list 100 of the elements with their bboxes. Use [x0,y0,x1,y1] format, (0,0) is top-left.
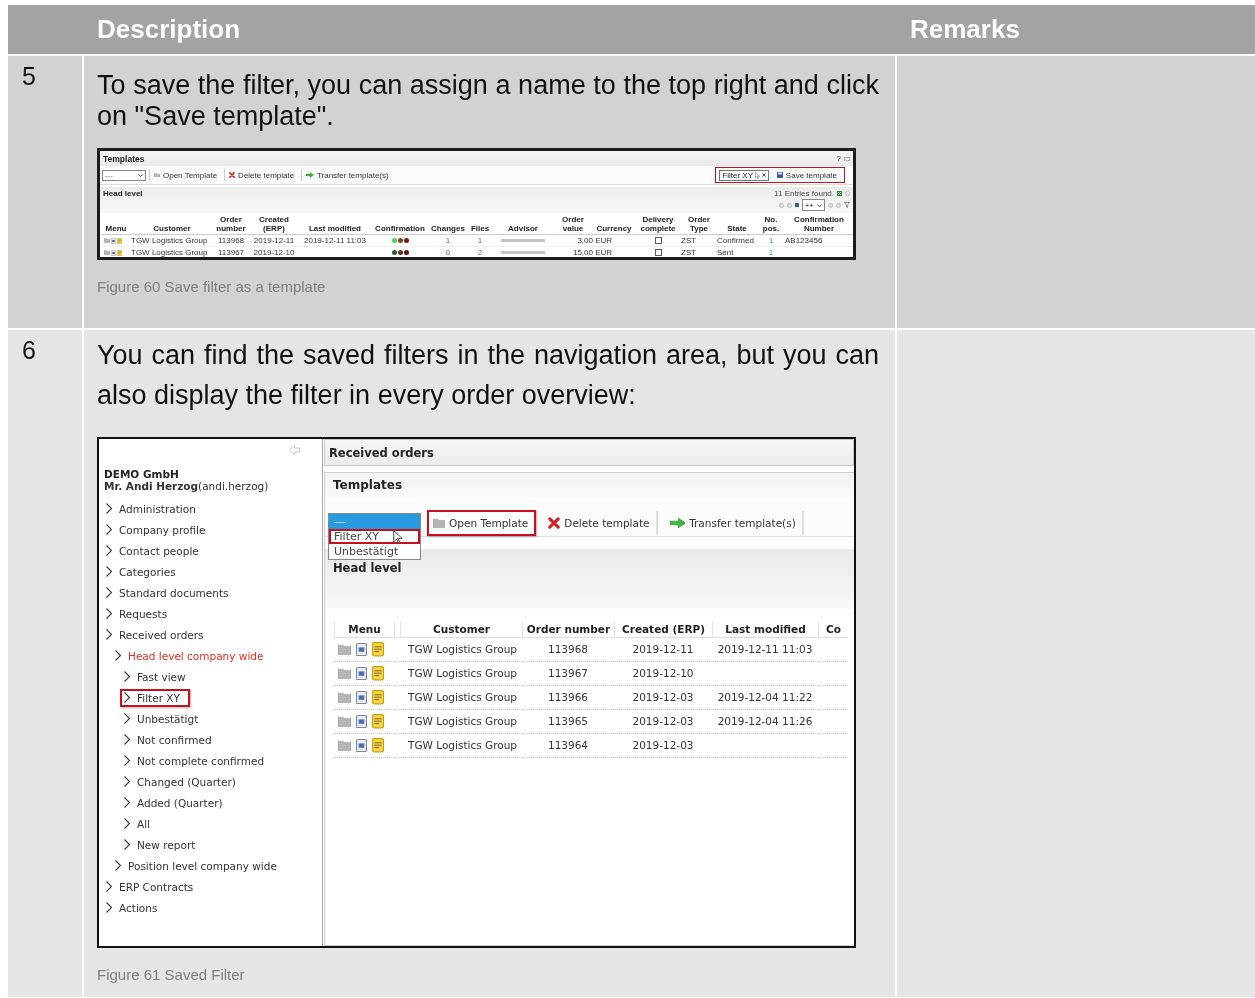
table-cell: EUR [593,247,635,257]
table-cell: Confirmed [717,235,757,247]
help-link[interactable]: ? [836,154,841,163]
link[interactable]: 2 [467,247,493,257]
nav-item[interactable]: Administration [102,499,206,518]
checkbox[interactable] [654,249,662,256]
column-header[interactable]: State [717,224,757,235]
nav-item[interactable]: All [120,814,161,833]
folder-icon [104,250,110,255]
column-header[interactable]: Menu [101,224,131,235]
column-header[interactable]: Confirmation Number [785,215,853,235]
nav-item[interactable]: Standard documents [102,583,239,602]
table-cell: 113967 [213,247,249,257]
step-text: To save the filter, you can assign a name to the top right and click on "Save template". [97,70,879,132]
current-page-icon [794,203,799,207]
column-header[interactable]: Customer [131,224,213,235]
nav-item[interactable]: Not confirmed [120,730,222,749]
folder-icon [338,668,351,679]
template-dropdown[interactable]: --- Filter XY Unbestätigt [328,513,421,560]
nav-item[interactable]: Position level company wide [111,856,287,875]
table-cell: EUR [593,235,635,247]
nav-item[interactable]: Company profile [102,520,216,539]
dropdown-option[interactable]: Filter XY [329,529,420,544]
column-header[interactable]: Created (ERP) [614,621,712,638]
column-header[interactable]: Changes [429,224,467,235]
template-name-field[interactable]: Filter XY [719,169,769,181]
column-header[interactable]: Last modified [712,621,818,638]
column-header[interactable]: Last modified [299,224,371,235]
table-cell: TGW Logistics Group [400,638,522,662]
toolbar-button[interactable]: Delete template [542,510,658,536]
nav-item[interactable]: Contact people [102,541,209,560]
link[interactable]: 1 [467,235,493,247]
table-cell: 113967 [522,662,614,686]
column-header[interactable]: Menu [334,621,394,638]
chevron-right-icon [106,881,112,892]
arrow-right-icon [669,517,686,529]
template-select[interactable]: --- [102,169,146,181]
column-header[interactable]: Delivery complete [635,215,681,235]
chevron-right-icon [124,713,130,724]
column-header[interactable]: Order number [522,621,614,638]
column-header[interactable]: Order number [213,215,249,235]
nav-item[interactable]: Added (Quarter) [120,793,233,812]
nav-item[interactable]: Requests [102,604,178,623]
document-icon [356,738,367,753]
nav-item[interactable]: Changed (Quarter) [120,772,246,791]
column-header[interactable]: Order value [553,215,593,235]
table-cell: 113968 [213,235,249,247]
collapse-arrow-icon[interactable] [289,445,300,455]
checkbox[interactable] [654,237,662,244]
table-cell: TGW Logistics Group [400,710,522,734]
nav-item[interactable]: Categories [102,562,186,581]
column-header[interactable]: Created (ERP) [249,215,299,235]
column-header[interactable]: Co [818,621,848,638]
nav-item[interactable]: Fast view [120,667,196,686]
column-header[interactable]: No. pos. [757,215,785,235]
toolbar-button[interactable]: Open Template [427,510,537,536]
link[interactable]: 0 [429,247,467,257]
table-cell: 2019-12-11 [614,638,712,662]
toolbar-button[interactable]: Delete template [224,169,299,181]
toolbar-button[interactable]: Transfer template(s) [301,169,393,181]
nav-item[interactable]: Received orders [102,625,214,644]
table-cell: 2019-12-04 11:22 [712,686,818,710]
folder-icon [433,518,445,528]
column-header[interactable]: Currency [593,224,635,235]
table-cell: 2019-12-11 11:03 [712,638,818,662]
filter-icon[interactable] [844,202,850,208]
chevron-right-icon [106,566,112,577]
page-size-select[interactable]: ++ [801,199,825,211]
nav-item[interactable]: ERP Contracts [102,877,204,896]
section-title: Head level [103,189,143,198]
caret-down-icon [138,173,143,177]
column-header[interactable]: Order Type [681,215,717,235]
chevron-right-icon [115,650,121,661]
save-template-button[interactable]: Save template [772,169,841,181]
link[interactable]: 1 [757,235,785,247]
column-header[interactable]: Files [467,224,493,235]
chevron-right-icon [124,776,130,787]
link[interactable]: 1 [429,235,467,247]
column-header[interactable]: Customer [400,621,522,638]
column-header[interactable]: Advisor [493,224,553,235]
nav-item[interactable]: Unbestätigt [120,709,209,728]
folder-icon [154,172,160,178]
entries-count: 11 Entries found. [774,189,834,198]
notepad-icon [372,666,384,681]
nav-item[interactable]: Actions [102,898,168,917]
toolbar-button[interactable]: Transfer template(s) [663,510,804,536]
folder-icon [338,716,351,727]
nav-item[interactable]: New report [120,835,206,854]
link[interactable]: 1 [757,247,785,257]
toolbar-button[interactable]: Open Template [149,169,222,181]
nav-item[interactable]: Head level company wide [111,646,274,665]
column-header[interactable]: Confirmation [371,224,429,235]
folder-icon [104,238,110,243]
nav-item[interactable]: Filter XY [120,688,190,707]
clear-icon[interactable] [761,173,766,177]
nav-item[interactable]: Not complete confirmed [120,751,275,770]
spreadsheet-icon[interactable] [837,191,842,196]
folder-icon [338,740,351,751]
minimize-icon[interactable] [844,156,850,161]
chevron-right-icon [115,860,121,871]
